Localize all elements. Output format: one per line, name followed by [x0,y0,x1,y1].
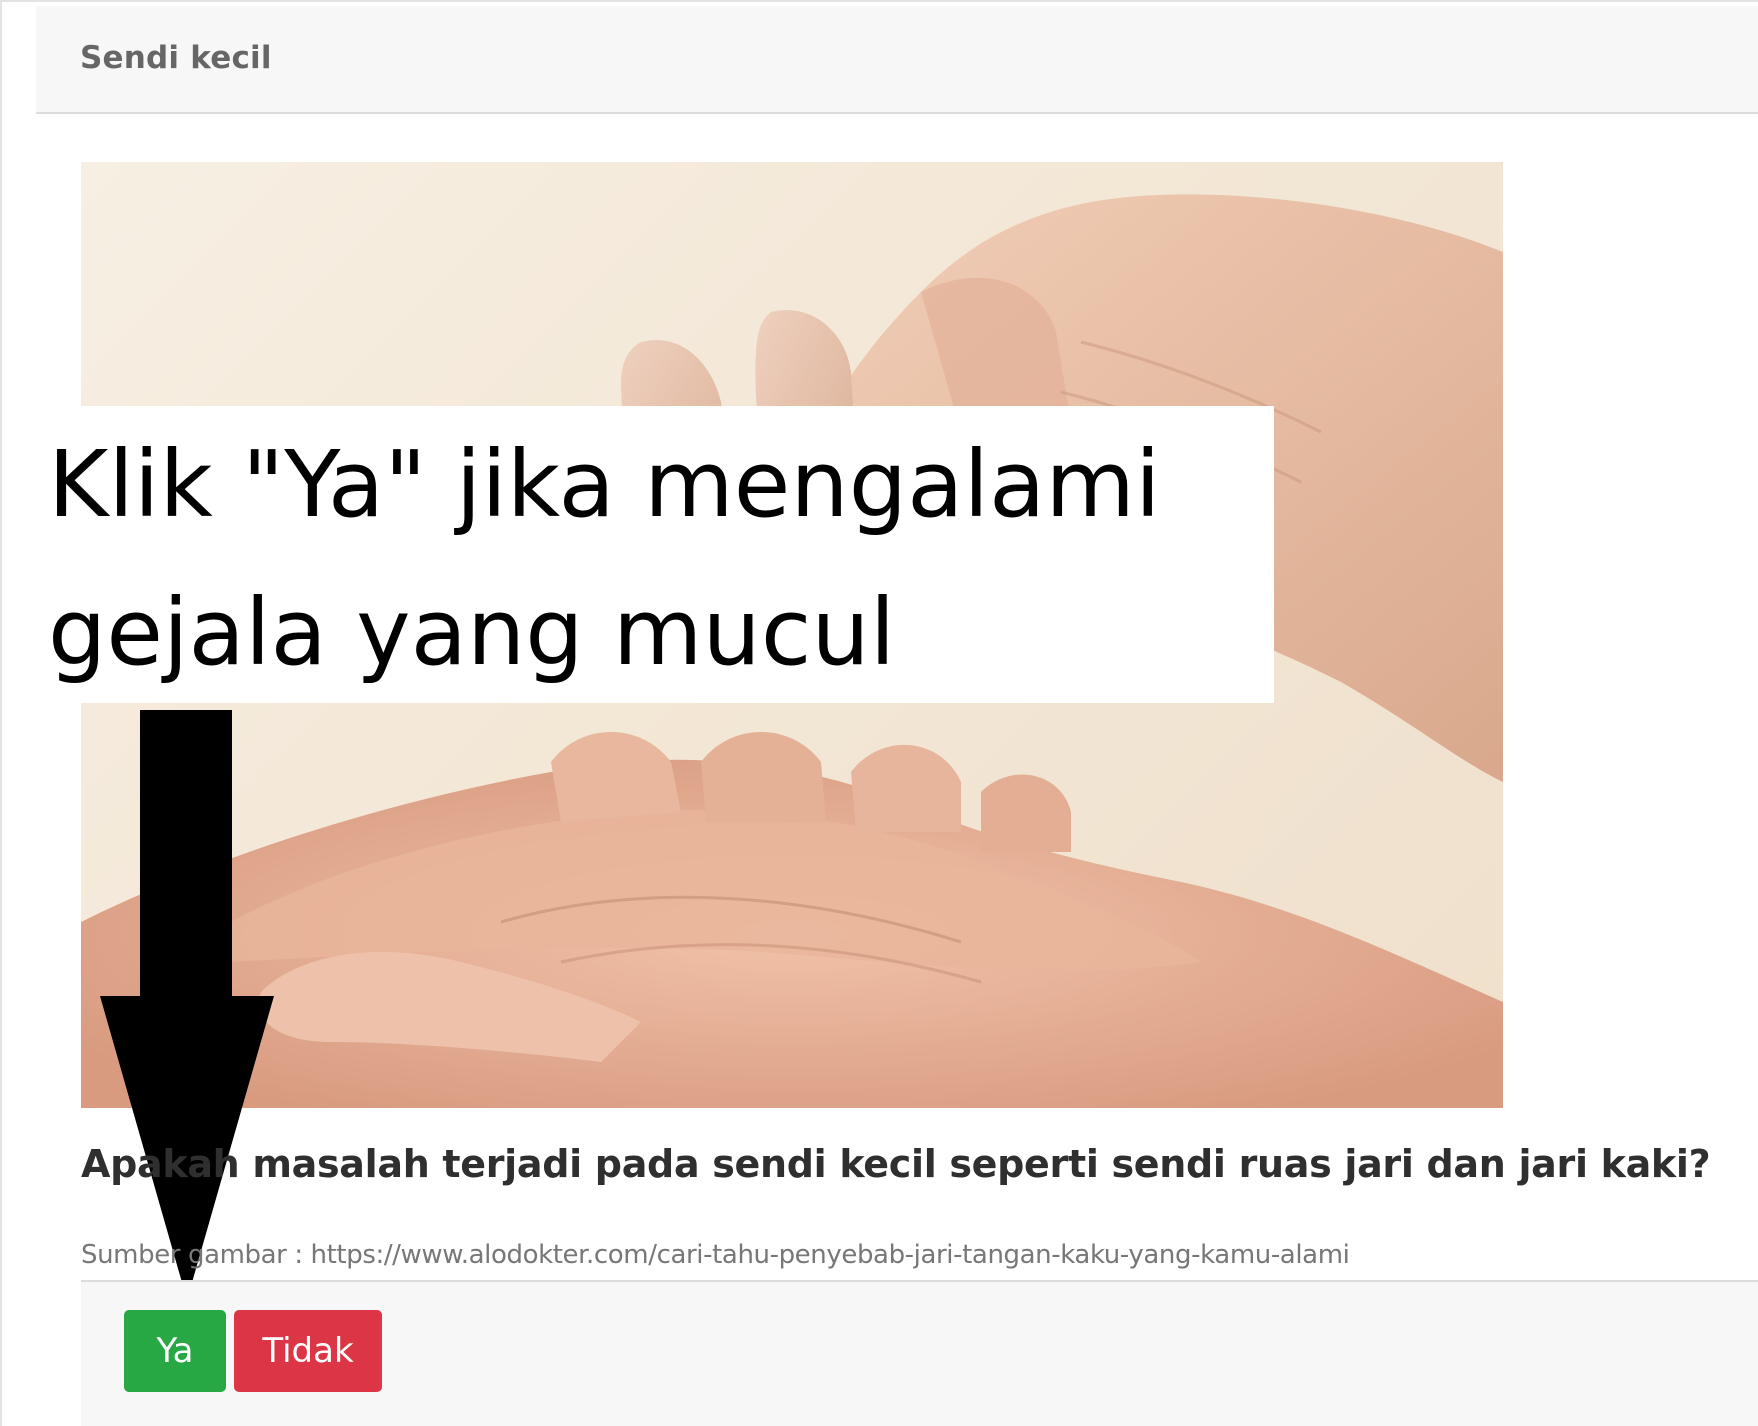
card-header: Sendi kecil [36,6,1758,114]
no-button[interactable]: Tidak [234,1310,382,1392]
page: Sendi kecil Klik "Ya" jika mengalami gej… [0,0,1758,1426]
down-arrow-icon [100,710,274,1300]
yes-button[interactable]: Ya [124,1310,226,1392]
card-title: Sendi kecil [80,40,272,76]
image-source-text: Sumber gambar : https://www.alodokter.co… [81,1240,1350,1270]
instruction-line-1: Klik "Ya" jika mengalami [48,431,1161,538]
question-card: Sendi kecil Klik "Ya" jika mengalami gej… [0,0,1758,1426]
question-text: Apakah masalah terjadi pada sendi kecil … [81,1142,1711,1186]
instruction-line-2: gejala yang mucul [48,579,896,686]
